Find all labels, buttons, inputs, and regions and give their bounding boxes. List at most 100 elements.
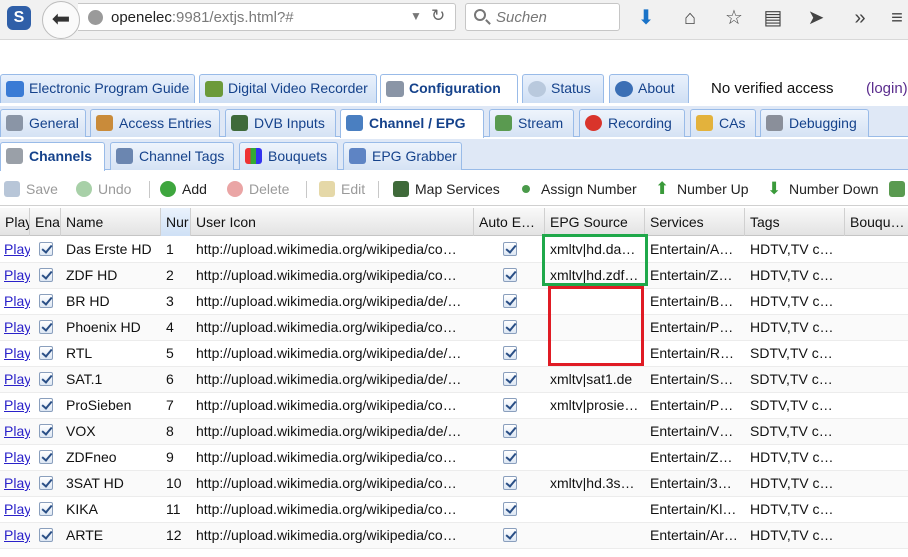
enabled-checkbox[interactable] xyxy=(38,242,53,256)
reload-icon[interactable]: ↻ xyxy=(431,6,445,26)
send-icon[interactable]: ➤ xyxy=(803,4,829,32)
auto-epg-checkbox[interactable] xyxy=(502,502,517,516)
back-button[interactable]: ⬅ xyxy=(42,1,80,39)
url-text[interactable]: openelec:9981/extjs.html?# xyxy=(111,9,294,26)
table-row[interactable]: Play KIKA 11 http://upload.wikimedia.org/wi… xyxy=(0,497,908,523)
play-link[interactable]: Play xyxy=(0,263,30,288)
table-row[interactable]: Play SAT.1 6 http://upload.wikimedia.org/wi… xyxy=(0,367,908,393)
play-link[interactable]: Play xyxy=(0,289,30,314)
table-row[interactable]: Play BR HD 3 http://upload.wikimedia.org/wi… xyxy=(0,289,908,315)
number-up-button[interactable]: ⬆ Number Up xyxy=(655,180,749,200)
play-link[interactable]: Play xyxy=(0,341,30,366)
enabled-checkbox[interactable] xyxy=(38,528,53,542)
download-icon[interactable]: ⬇ xyxy=(633,4,659,32)
table-row[interactable]: Play VOX 8 http://upload.wikimedia.org/wiki… xyxy=(0,419,908,445)
delete-button[interactable]: Delete xyxy=(227,180,289,200)
enabled-checkbox[interactable] xyxy=(38,320,53,334)
play-link[interactable]: Play xyxy=(0,419,30,444)
table-row[interactable]: Play ZDFneo 9 http://upload.wikimedia.org/w… xyxy=(0,445,908,471)
reading-list-icon[interactable]: ▤ xyxy=(760,4,786,32)
map-services-button[interactable]: Map Services xyxy=(393,180,500,200)
enabled-checkbox[interactable] xyxy=(38,268,53,282)
number-down-button[interactable]: ⬇ Number Down xyxy=(767,180,878,200)
column-header-bouquet[interactable]: Bouqu… xyxy=(845,208,908,236)
auto-epg-checkbox[interactable] xyxy=(502,268,517,282)
auto-epg-checkbox[interactable] xyxy=(502,450,517,464)
edit-button[interactable]: Edit xyxy=(319,180,365,200)
play-link[interactable]: Play xyxy=(0,393,30,418)
table-row[interactable]: Play 3SAT HD 10 http://upload.wikimedia.org… xyxy=(0,471,908,497)
column-header-tags[interactable]: Tags xyxy=(745,208,845,236)
play-link[interactable]: Play xyxy=(0,315,30,340)
play-link[interactable]: Play xyxy=(0,237,30,262)
tab-status[interactable]: Status xyxy=(522,74,604,103)
table-row[interactable]: Play ZDF HD 2 http://upload.wikimedia.org/w… xyxy=(0,263,908,289)
auto-epg-checkbox[interactable] xyxy=(502,294,517,308)
column-header-number[interactable]: Nur xyxy=(161,208,191,236)
address-bar[interactable]: openelec:9981/extjs.html?# ▼ ↻ xyxy=(78,3,456,31)
table-row[interactable]: Play RTL 5 http://upload.wikimedia.org/wiki… xyxy=(0,341,908,367)
tab-channel-epg[interactable]: Channel / EPG xyxy=(340,109,484,138)
tab-digital-video-recorder[interactable]: Digital Video Recorder xyxy=(199,74,377,103)
auto-epg-checkbox[interactable] xyxy=(502,372,517,386)
tab-general[interactable]: General xyxy=(0,109,86,137)
enabled-checkbox[interactable] xyxy=(38,424,53,438)
table-row[interactable]: Play Das Erste HD 1 http://upload.wikimedia… xyxy=(0,237,908,263)
play-link[interactable]: Play xyxy=(0,367,30,392)
enabled-checkbox[interactable] xyxy=(38,450,53,464)
play-link[interactable]: Play xyxy=(0,497,30,522)
enabled-checkbox[interactable] xyxy=(38,502,53,516)
tab-channel-tags[interactable]: Channel Tags xyxy=(110,142,234,170)
tab-debugging[interactable]: Debugging xyxy=(760,109,869,137)
auto-epg-checkbox[interactable] xyxy=(502,242,517,256)
auto-epg-checkbox[interactable] xyxy=(502,398,517,412)
column-header-name[interactable]: Name xyxy=(61,208,161,236)
enabled-checkbox[interactable] xyxy=(38,476,53,490)
play-link[interactable]: Play xyxy=(0,523,30,548)
overflow-menu-icon[interactable]: » xyxy=(847,4,873,32)
auto-epg-checkbox[interactable] xyxy=(502,346,517,360)
table-row[interactable]: Play Phoenix HD 4 http://upload.wikimedia.o… xyxy=(0,315,908,341)
tab-access-entries[interactable]: Access Entries xyxy=(90,109,220,137)
column-header-epg-source[interactable]: EPG Source xyxy=(545,208,645,236)
auto-epg-checkbox[interactable] xyxy=(502,424,517,438)
more-tools-button[interactable] xyxy=(889,180,908,200)
play-link[interactable]: Play xyxy=(0,471,30,496)
play-link[interactable]: Play xyxy=(0,445,30,470)
column-header-play[interactable]: Play xyxy=(0,208,30,236)
undo-button[interactable]: Undo xyxy=(76,180,131,200)
app-logo-icon[interactable]: S xyxy=(7,6,31,30)
table-row[interactable]: Play ProSieben 7 http://upload.wikimedia.or… xyxy=(0,393,908,419)
url-dropdown-icon[interactable]: ▼ xyxy=(410,9,422,23)
table-row[interactable]: Play ARTE 12 http://upload.wikimedia.org/wi… xyxy=(0,523,908,549)
tab-electronic-program-guide[interactable]: Electronic Program Guide xyxy=(0,74,195,103)
tab-recording[interactable]: Recording xyxy=(579,109,685,137)
column-header-enabled[interactable]: Ena xyxy=(30,208,61,236)
auto-epg-checkbox[interactable] xyxy=(502,476,517,490)
tab-dvb-inputs[interactable]: DVB Inputs xyxy=(225,109,336,137)
search-input[interactable]: Suchen xyxy=(465,3,620,31)
column-header-services[interactable]: Services xyxy=(645,208,745,236)
tab-about[interactable]: About xyxy=(609,74,689,103)
tab-bouquets[interactable]: Bouquets xyxy=(239,142,338,170)
tab-epg-grabber[interactable]: EPG Grabber xyxy=(343,142,462,170)
auto-epg-checkbox[interactable] xyxy=(502,528,517,542)
login-link[interactable]: (login) xyxy=(866,80,908,97)
enabled-checkbox[interactable] xyxy=(38,372,53,386)
enabled-checkbox[interactable] xyxy=(38,294,53,308)
tab-configuration[interactable]: Configuration xyxy=(380,74,518,103)
enabled-checkbox[interactable] xyxy=(38,398,53,412)
column-header-user-icon[interactable]: User Icon xyxy=(191,208,474,236)
assign-number-button[interactable]: Assign Number xyxy=(519,180,637,200)
auto-epg-checkbox[interactable] xyxy=(502,320,517,334)
home-icon[interactable]: ⌂ xyxy=(677,4,703,32)
hamburger-menu-icon[interactable]: ≡ xyxy=(884,4,908,32)
tab-stream[interactable]: Stream xyxy=(489,109,574,137)
tab-channels[interactable]: Channels xyxy=(0,142,105,171)
enabled-checkbox[interactable] xyxy=(38,346,53,360)
tab-cas[interactable]: CAs xyxy=(690,109,756,137)
add-button[interactable]: Add xyxy=(160,180,207,200)
save-button[interactable]: Save xyxy=(4,180,58,200)
column-header-auto-epg[interactable]: Auto E… xyxy=(474,208,545,236)
bookmark-star-icon[interactable]: ☆ xyxy=(721,4,747,32)
